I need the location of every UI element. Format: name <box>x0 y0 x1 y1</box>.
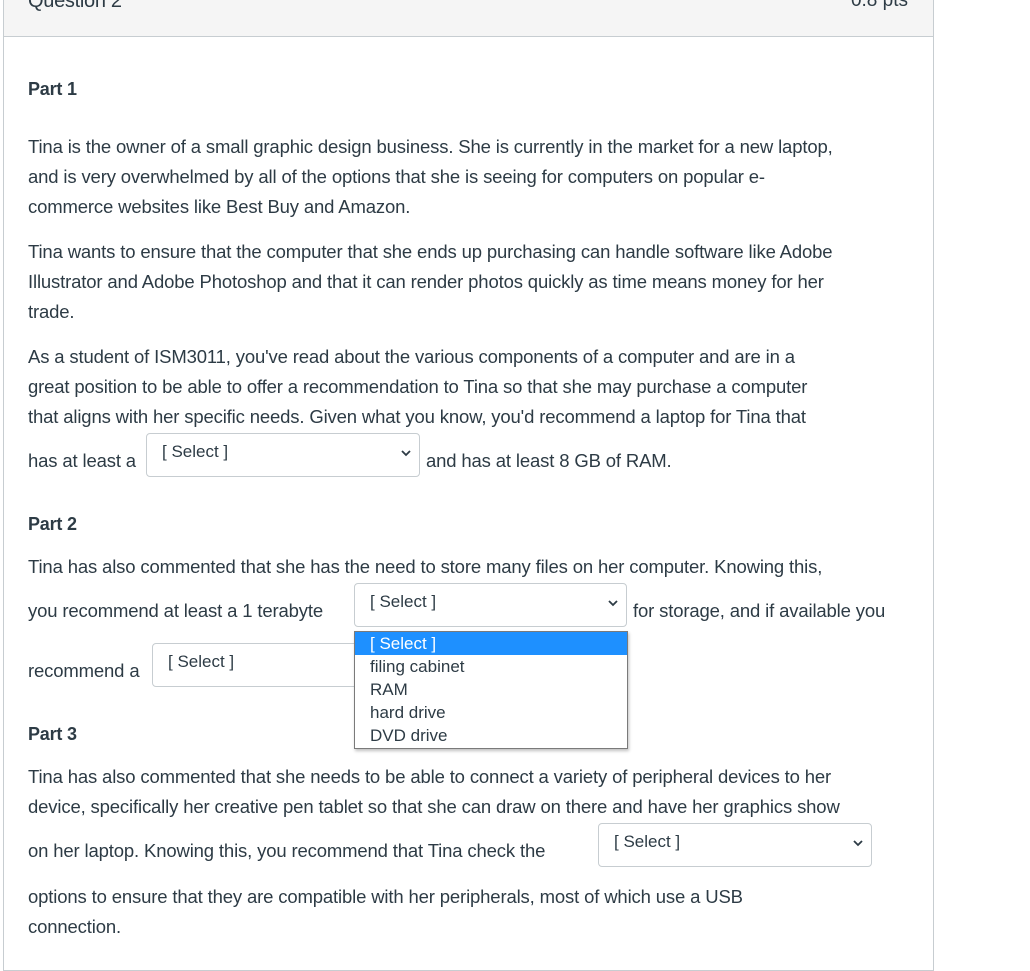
paragraph-line: that aligns with her specific needs. Giv… <box>28 406 806 427</box>
paragraph-line: trade. <box>28 301 75 322</box>
part-3-heading: Part 3 <box>28 724 77 744</box>
dropdown-option[interactable]: [ Select ] <box>355 632 627 655</box>
select-value: [ Select ] <box>168 652 235 671</box>
select-value: [ Select ] <box>614 832 681 851</box>
paragraph-line: Tina is the owner of a small graphic des… <box>28 136 833 157</box>
paragraph-line: commerce websites like Best Buy and Amaz… <box>28 196 411 217</box>
select-value: [ Select ] <box>370 592 437 611</box>
storage-dropdown-list[interactable]: [ Select ] filing cabinet RAM hard drive… <box>354 631 628 749</box>
inline-text: has at least a <box>28 450 136 471</box>
part-2-heading: Part 2 <box>28 514 77 534</box>
paragraph-line: Illustrator and Adobe Photoshop and that… <box>28 271 824 292</box>
inline-text: and has at least 8 GB of RAM. <box>426 450 672 471</box>
dropdown-option[interactable]: DVD drive <box>355 724 627 747</box>
paragraph-line: As a student of ISM3011, you've read abo… <box>28 346 795 367</box>
paragraph-line: device, specifically her creative pen ta… <box>28 796 840 817</box>
inline-text: for storage, and if available you <box>633 600 886 621</box>
inline-text: on her laptop. Knowing this, you recomme… <box>28 840 546 861</box>
paragraph-line: Tina has also commented that she needs t… <box>28 766 832 787</box>
question-points: 0.8 pts <box>850 0 908 11</box>
dropdown-option[interactable]: filing cabinet <box>355 655 627 678</box>
paragraph-line: options to ensure that they are compatib… <box>28 886 743 907</box>
chevron-down-icon <box>853 840 863 847</box>
dropdown-option[interactable]: RAM <box>355 678 627 701</box>
dropdown-option[interactable]: hard drive <box>355 701 627 724</box>
paragraph-line: and is very overwhelmed by all of the op… <box>28 166 765 187</box>
part3-ports-select[interactable]: [ Select ] <box>598 823 872 867</box>
chevron-down-icon <box>401 450 411 457</box>
inline-text: you recommend at least a 1 terabyte <box>28 600 324 621</box>
question-title: Question 2 <box>28 0 122 12</box>
part1-component-select[interactable]: [ Select ] <box>146 433 420 477</box>
paragraph-line: Tina wants to ensure that the computer t… <box>28 241 833 262</box>
inline-text: recommend a <box>28 660 140 681</box>
paragraph-line: great position to be able to offer a rec… <box>28 376 808 397</box>
select-value: [ Select ] <box>162 442 229 461</box>
question-header: Question 2 0.8 pts <box>4 0 933 37</box>
part-1-heading: Part 1 <box>28 79 77 99</box>
chevron-down-icon <box>608 600 618 607</box>
part2-storage-select[interactable]: [ Select ] <box>354 583 627 627</box>
paragraph-line: Tina has also commented that she has the… <box>28 556 823 577</box>
paragraph-line: connection. <box>28 916 121 937</box>
